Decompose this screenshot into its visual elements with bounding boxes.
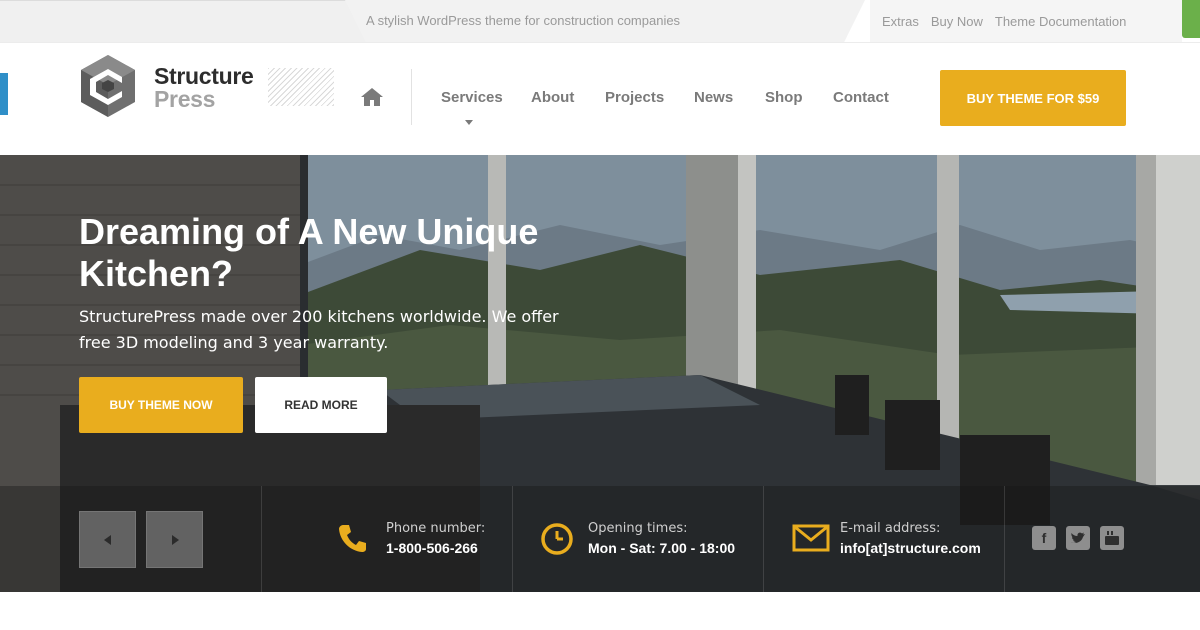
- nav-item-contact[interactable]: Contact: [833, 89, 889, 106]
- clock-icon: [541, 523, 573, 555]
- nav-item-services[interactable]: Services: [441, 89, 503, 106]
- twitter-icon[interactable]: [1066, 526, 1090, 550]
- top-bar: A stylish WordPress theme for constructi…: [0, 0, 1200, 42]
- nav-divider: [411, 69, 412, 125]
- top-links: Extras Buy Now Theme Documentation: [870, 0, 1182, 42]
- nav-item-news[interactable]: News: [694, 89, 733, 106]
- chevron-right-icon: [171, 534, 179, 545]
- buy-theme-now-button[interactable]: BUY THEME NOW: [79, 377, 243, 433]
- chevron-down-icon[interactable]: [465, 120, 473, 125]
- info-divider: [1004, 486, 1005, 592]
- slider-prev-button[interactable]: [79, 511, 136, 568]
- logo-hatch-pattern: [268, 68, 334, 106]
- site-logo[interactable]: Structure Press: [78, 53, 338, 119]
- read-more-button[interactable]: READ MORE: [255, 377, 387, 433]
- site-tagline: A stylish WordPress theme for constructi…: [366, 13, 681, 28]
- top-link-extras[interactable]: Extras: [882, 14, 919, 29]
- buy-theme-button[interactable]: BUY THEME FOR $59: [940, 70, 1126, 126]
- hours-label: Opening times:: [588, 521, 688, 536]
- slider-next-button[interactable]: [146, 511, 203, 568]
- envelope-icon: [792, 524, 830, 552]
- email-value[interactable]: info[at]structure.com: [840, 540, 981, 556]
- info-divider: [763, 486, 764, 592]
- chevron-left-icon: [103, 534, 111, 545]
- email-label: E-mail address:: [840, 521, 941, 536]
- phone-label: Phone number:: [386, 521, 486, 536]
- youtube-icon[interactable]: [1100, 526, 1124, 550]
- nav-item-shop[interactable]: Shop: [765, 89, 803, 106]
- youtube-glyph: [1105, 531, 1119, 545]
- logo-text-press: Press: [154, 86, 216, 112]
- top-link-documentation[interactable]: Theme Documentation: [995, 14, 1127, 29]
- site-header: Structure Press Services About Projects …: [0, 43, 1200, 155]
- side-panel-toggle[interactable]: [1182, 0, 1200, 38]
- top-bar-left-panel: [0, 0, 380, 42]
- logo-cube-icon: [81, 55, 135, 117]
- nav-item-about[interactable]: About: [531, 89, 574, 106]
- nav-item-projects[interactable]: Projects: [605, 89, 664, 106]
- hours-value: Mon - Sat: 7.00 - 18:00: [588, 540, 736, 556]
- top-link-buy-now[interactable]: Buy Now: [931, 14, 983, 29]
- facebook-icon[interactable]: f: [1032, 526, 1056, 550]
- info-divider: [512, 486, 513, 592]
- contact-info-bar: Phone number: 1-800-506-266 Opening time…: [0, 486, 1200, 592]
- hero-description: StructurePress made over 200 kitchens wo…: [79, 307, 559, 352]
- hero-slider: Dreaming of A New Unique Kitchen? Struct…: [0, 155, 1200, 592]
- phone-icon: [339, 525, 366, 552]
- twitter-bird-glyph: [1071, 532, 1085, 543]
- info-divider: [261, 486, 262, 592]
- side-tab[interactable]: [0, 73, 8, 115]
- phone-value[interactable]: 1-800-506-266: [386, 540, 478, 556]
- home-icon[interactable]: [360, 87, 384, 107]
- hero-title: Dreaming of A New Unique Kitchen?: [79, 211, 539, 294]
